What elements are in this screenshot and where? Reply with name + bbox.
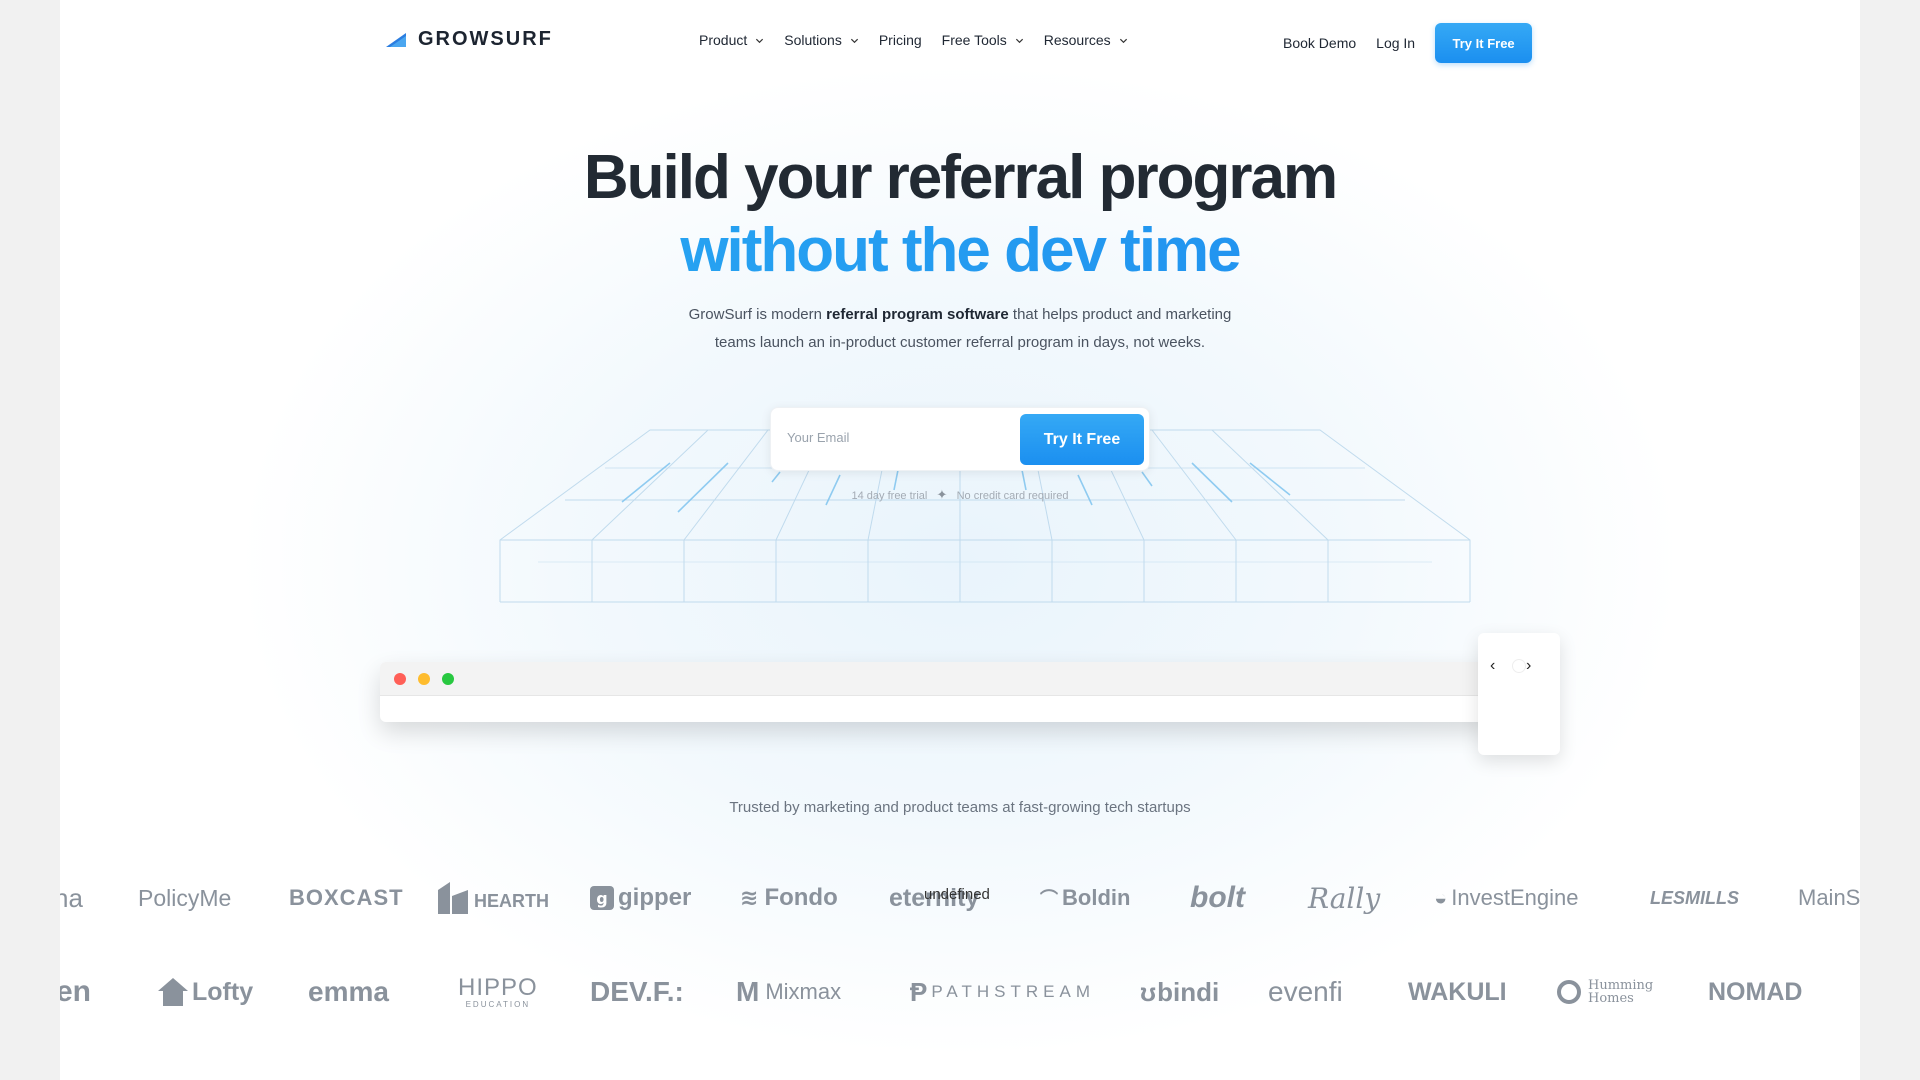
- subtitle-text: GrowSurf is modern: [688, 306, 827, 323]
- customer-logo-text: HEARTH: [474, 890, 549, 911]
- customer-logo: BOXCAST: [289, 885, 404, 910]
- svg-text:g: g: [596, 889, 607, 908]
- mixmax-mark-icon: M: [736, 976, 760, 1007]
- hearth-house-icon: [438, 882, 468, 914]
- minimize-dot-icon: [418, 673, 430, 685]
- boldin-arc-icon: ⌒: [1040, 889, 1058, 909]
- customer-logo: Rally: [1308, 881, 1381, 915]
- browser-preview-window: [380, 662, 1494, 722]
- no-card-text: No credit card required: [956, 490, 1069, 502]
- customer-logo: Ᵽ PATHSTREAM: [910, 970, 1095, 1014]
- customer-logo: M Mixmax: [736, 970, 841, 1014]
- customer-logo: emma: [308, 976, 389, 1007]
- customer-logos-row-2: en Lofty emma HIPPO EDUCATION DEV.F.: M …: [60, 970, 1860, 1014]
- customer-logo-text: Lofty: [192, 977, 254, 1006]
- customer-logo: DEV.F.:: [590, 976, 684, 1007]
- customer-logo: PolicyMe: [138, 884, 232, 911]
- close-dot-icon: [394, 673, 406, 685]
- customer-logo: Humming Homes: [1556, 970, 1664, 1014]
- investengine-ring-icon: ◒: [1434, 885, 1448, 910]
- customer-logo: MainS: [1798, 885, 1860, 910]
- ubindi-mark-icon: ʊ: [1140, 976, 1157, 1007]
- hero-subtitle: GrowSurf is modern referral program soft…: [60, 301, 1860, 329]
- gipper-mark-icon: g: [590, 886, 614, 910]
- trial-text: 14 day free trial: [851, 490, 928, 502]
- customer-logo: na: [60, 882, 83, 913]
- customer-logo: WAKULI: [1408, 977, 1507, 1006]
- email-input[interactable]: Your Email: [787, 430, 849, 445]
- customer-logo: ≋ Fondo: [740, 876, 838, 920]
- customer-logo: ⌒ Boldin: [1040, 876, 1130, 920]
- subtitle-bold: referral program software: [826, 306, 1009, 323]
- hero-title-line1: Build your referral program: [583, 143, 1338, 212]
- trusted-by-text: Trusted by marketing and product teams a…: [729, 799, 1191, 816]
- customer-logo: en: [60, 975, 92, 1008]
- page: GROWSURF Product Solutions Pricing Free …: [60, 0, 1860, 1080]
- customer-logo: NOMAD: [1708, 977, 1803, 1006]
- chevron-left-icon[interactable]: ‹: [1490, 657, 1495, 675]
- customer-logo: ʊ bindi: [1140, 970, 1219, 1014]
- customer-logo: ◒ InvestEngine: [1434, 876, 1579, 920]
- carousel-indicator: [1512, 659, 1526, 673]
- customer-logos-row-1: na PolicyMe BOXCAST HEARTH g gipper ≋ Fo…: [60, 876, 1860, 920]
- customer-logo-text: Humming Homes: [1588, 978, 1654, 1006]
- signup-form: Your Email Try It Free: [770, 407, 1150, 471]
- customer-logo: HIPPO EDUCATION: [458, 970, 538, 1014]
- customer-logo: bolt: [1190, 881, 1245, 914]
- fondo-mark-icon: ≋: [740, 885, 759, 910]
- customer-logo-text: Mixmax: [765, 979, 842, 1004]
- customer-logo: g gipper: [590, 876, 691, 920]
- customer-logo-text: Fondo: [764, 884, 838, 911]
- trial-note: 14 day free trial ✦ No credit card requi…: [60, 487, 1860, 503]
- pathstream-p-icon: Ᵽ: [910, 976, 928, 1007]
- lofty-house-icon: [158, 978, 188, 1006]
- customer-logo-text: InvestEngine: [1451, 885, 1579, 910]
- customer-logo: evenfi: [1268, 976, 1343, 1007]
- sparkle-icon: ✦: [936, 487, 948, 502]
- customer-logo-text: PATHSTREAM: [931, 982, 1095, 1001]
- customer-logo-subtext: EDUCATION: [465, 999, 531, 1009]
- undefined-overlay-text: undefined: [924, 885, 990, 903]
- browser-titlebar: [380, 662, 1494, 696]
- customer-logo: LESMILLS: [1650, 887, 1739, 908]
- maximize-dot-icon: [442, 673, 454, 685]
- subtitle-text: that helps product and marketing: [1008, 306, 1232, 323]
- chevron-right-icon[interactable]: ›: [1526, 657, 1531, 675]
- hero-title-line2: without the dev time: [60, 215, 1860, 286]
- customer-logo: Lofty: [158, 970, 253, 1014]
- customer-logo-text: Boldin: [1062, 885, 1131, 910]
- humming-ring-icon: [1557, 980, 1581, 1004]
- hero-subtitle-line2: teams launch an in-product customer refe…: [714, 334, 1206, 351]
- customer-logo: HEARTH: [438, 876, 549, 920]
- customer-logo-text: gipper: [618, 884, 692, 911]
- customer-logo-text: bindi: [1157, 976, 1220, 1007]
- carousel-card: ‹ ›: [1478, 633, 1560, 755]
- try-it-free-hero-button[interactable]: Try It Free: [1020, 414, 1144, 465]
- customer-logo-text: HIPPO: [458, 973, 538, 1001]
